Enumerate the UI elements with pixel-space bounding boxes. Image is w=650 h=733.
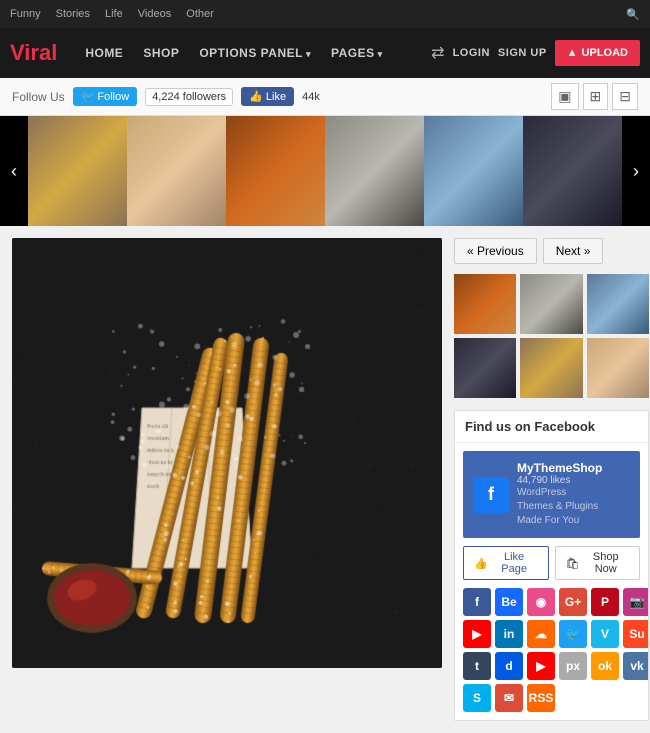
fb-page-logo: f	[473, 477, 509, 513]
slider-thumb-6[interactable]	[523, 116, 622, 226]
signup-button[interactable]: SIGN UP	[498, 47, 547, 59]
pinterest-social-icon[interactable]: P	[591, 588, 619, 616]
slider-thumb-2[interactable]	[127, 116, 226, 226]
thumb-3[interactable]	[587, 274, 649, 334]
nav-links: HOME SHOP OPTIONS PANEL PAGES	[77, 41, 431, 65]
slider-thumb-3[interactable]	[226, 116, 325, 226]
top-nav-links: Funny Stories Life Videos Other	[10, 8, 226, 20]
skype-social-icon[interactable]: S	[463, 684, 491, 712]
image-slider: ‹ ›	[0, 116, 650, 226]
main-image	[12, 238, 442, 668]
googleplus-social-icon[interactable]: G+	[559, 588, 587, 616]
500px-social-icon[interactable]: px	[559, 652, 587, 680]
slider-thumb-5[interactable]	[424, 116, 523, 226]
prev-button[interactable]: « Previous	[454, 238, 537, 264]
thumb-4[interactable]	[454, 338, 516, 398]
fb-page-desc: WordPress Themes & Plugins Made For You	[517, 486, 602, 528]
fb-thumb-icon: 👍	[249, 90, 263, 103]
view-single-button[interactable]: ▣	[551, 83, 578, 110]
twitter-follower-count: 4,224 followers	[145, 88, 233, 106]
vimeo-social-icon[interactable]: V	[591, 620, 619, 648]
churros-canvas	[12, 238, 442, 668]
nav-pages[interactable]: PAGES	[323, 41, 391, 65]
fb-like-page-button[interactable]: 👍 Like Page	[463, 546, 549, 580]
pagination-nav: « Previous Next »	[454, 238, 649, 264]
fb-shop-button[interactable]: 🛍 Shop Now	[555, 546, 641, 580]
fb-page-box: f MyThemeShop 44,790 likes WordPress The…	[463, 451, 640, 538]
stumbleupon-social-icon[interactable]: Su	[623, 620, 649, 648]
slider-thumb-4[interactable]	[325, 116, 424, 226]
view-grid-button[interactable]: ⊞	[583, 83, 609, 110]
instagram-social-icon[interactable]: 📷	[623, 588, 649, 616]
top-nav-videos[interactable]: Videos	[138, 8, 171, 20]
slider-prev-button[interactable]: ‹	[0, 116, 28, 226]
nav-shop[interactable]: SHOP	[135, 41, 187, 65]
fb-actions: 👍 Like Page 🛍 Shop Now	[463, 546, 640, 580]
upload-button[interactable]: ▲ UPLOAD	[555, 40, 640, 66]
main-content: « Previous Next » Find us on Facebook f …	[0, 226, 650, 733]
fb-thumb-small-icon: 👍	[474, 557, 488, 570]
logo-v: V	[10, 40, 24, 65]
social-icons-grid: f Be ◉ G+ P 📷 ▶ in ☁ 🐦 V Su t d ▶ px ok …	[463, 588, 640, 712]
facebook-like-button[interactable]: 👍 Like	[241, 87, 294, 106]
facebook-widget: Find us on Facebook f MyThemeShop 44,790…	[454, 410, 649, 721]
view-list-button[interactable]: ⊟	[612, 83, 638, 110]
odnoklassniki-social-icon[interactable]: ok	[591, 652, 619, 680]
search-icon[interactable]: 🔍	[626, 8, 640, 21]
fb-page-name: MyThemeShop	[517, 461, 602, 475]
email-social-icon[interactable]: ✉	[495, 684, 523, 712]
upload-icon: ▲	[567, 47, 578, 59]
thumbnail-grid	[454, 274, 649, 398]
next-button[interactable]: Next »	[543, 238, 604, 264]
view-toggles: ▣ ⊞ ⊟	[551, 83, 638, 110]
thumb-1[interactable]	[454, 274, 516, 334]
youtube-social-icon[interactable]: ▶	[527, 652, 555, 680]
follow-left: Follow Us 🐦 Follow 4,224 followers 👍 Lik…	[12, 87, 320, 106]
login-button[interactable]: LOGIN	[453, 47, 490, 59]
twitter-icon: 🐦	[81, 90, 95, 103]
nav-options[interactable]: OPTIONS PANEL	[191, 41, 319, 65]
nav-right: ⇄ LOGIN SIGN UP ▲ UPLOAD	[431, 40, 640, 66]
soundcloud-social-icon[interactable]: ☁	[527, 620, 555, 648]
nav-home[interactable]: HOME	[77, 41, 131, 65]
twitter-follow-button[interactable]: 🐦 Follow	[73, 87, 138, 106]
thumb-2[interactable]	[520, 274, 582, 334]
top-nav-life[interactable]: Life	[105, 8, 123, 20]
facebook-count: 44k	[302, 91, 320, 103]
youtube2-social-icon[interactable]: ▶	[463, 620, 491, 648]
main-image-area	[12, 238, 442, 721]
fb-widget-header: Find us on Facebook	[455, 411, 648, 443]
top-navigation: Funny Stories Life Videos Other 🔍	[0, 0, 650, 28]
dribbble-social-icon[interactable]: ◉	[527, 588, 555, 616]
slider-thumb-1[interactable]	[28, 116, 127, 226]
rss-social-icon[interactable]: RSS	[527, 684, 555, 712]
top-nav-funny[interactable]: Funny	[10, 8, 41, 20]
facebook-social-icon[interactable]: f	[463, 588, 491, 616]
tumblr-social-icon[interactable]: t	[463, 652, 491, 680]
slider-images	[28, 116, 622, 226]
shuffle-icon[interactable]: ⇄	[431, 43, 444, 63]
follow-label: Follow Us	[12, 90, 65, 104]
logo-text: iral	[24, 40, 57, 65]
logo[interactable]: Viral	[10, 40, 57, 66]
linkedin-social-icon[interactable]: in	[495, 620, 523, 648]
shopping-icon: 🛍	[566, 557, 580, 570]
sidebar: « Previous Next » Find us on Facebook f …	[454, 238, 649, 721]
thumb-6[interactable]	[587, 338, 649, 398]
behance-social-icon[interactable]: Be	[495, 588, 523, 616]
follow-bar: Follow Us 🐦 Follow 4,224 followers 👍 Lik…	[0, 78, 650, 116]
vk-social-icon[interactable]: vk	[623, 652, 649, 680]
top-nav-other[interactable]: Other	[186, 8, 214, 20]
slider-next-button[interactable]: ›	[622, 116, 650, 226]
twitter-social-icon[interactable]: 🐦	[559, 620, 587, 648]
fb-page-likes: 44,790 likes	[517, 475, 602, 486]
fb-page-info: MyThemeShop 44,790 likes WordPress Theme…	[517, 461, 602, 528]
main-navigation: Viral HOME SHOP OPTIONS PANEL PAGES ⇄ LO…	[0, 28, 650, 78]
top-nav-stories[interactable]: Stories	[56, 8, 90, 20]
thumb-5[interactable]	[520, 338, 582, 398]
digg-social-icon[interactable]: d	[495, 652, 523, 680]
